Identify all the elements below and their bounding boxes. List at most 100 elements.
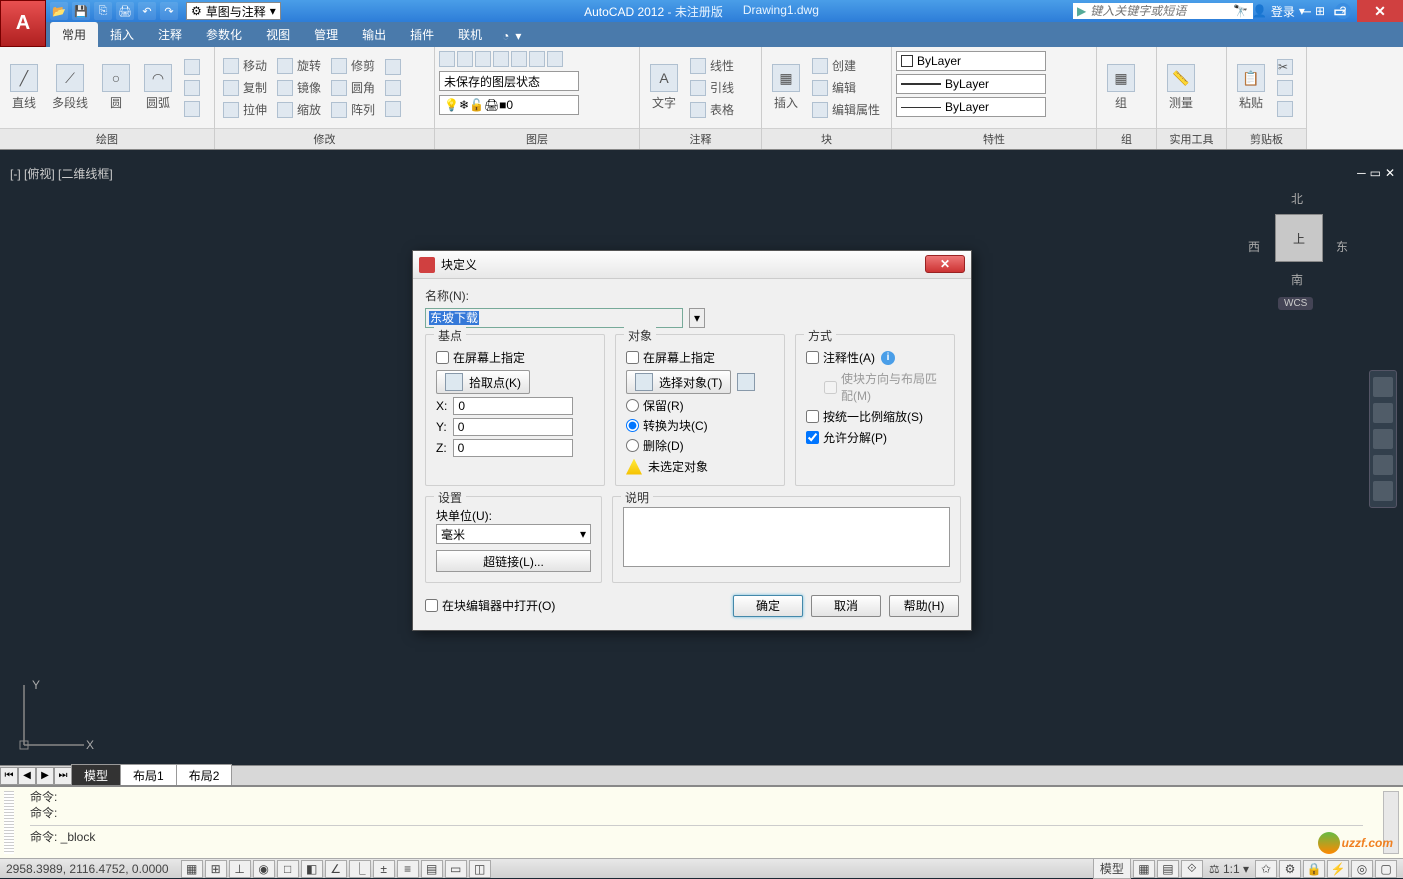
layer-icon[interactable] [547, 51, 563, 67]
linear-button[interactable]: 线性 [686, 55, 738, 76]
otrack-toggle[interactable]: ∠ [325, 860, 347, 878]
isolate-icon[interactable]: ◎ [1351, 860, 1373, 878]
ortho-toggle[interactable]: ⊥ [229, 860, 251, 878]
dialog-close-button[interactable]: ✕ [925, 255, 965, 273]
rotate-button[interactable]: 旋转 [273, 55, 325, 76]
linetype-dropdown[interactable]: ByLayer [896, 97, 1046, 117]
tab-parametric[interactable]: 参数化 [194, 22, 254, 47]
layer-icon[interactable] [439, 51, 455, 67]
z-input[interactable] [453, 439, 573, 457]
info-icon[interactable]: i [881, 351, 895, 365]
quickview-layouts-icon[interactable]: ▦ [1133, 860, 1155, 878]
quickview-drawings-icon[interactable]: ▤ [1157, 860, 1179, 878]
open-icon[interactable]: 📂 [50, 2, 68, 20]
convert-radio[interactable]: 转换为块(C) [626, 417, 774, 434]
tab-prev-icon[interactable]: ◀ [18, 767, 36, 785]
coordinates-display[interactable]: 2958.3989, 2116.4752, 0.0000 [6, 862, 169, 876]
delete-radio[interactable]: 删除(D) [626, 437, 774, 454]
lwt-toggle[interactable]: ≡ [397, 860, 419, 878]
pan-icon[interactable] [1373, 403, 1393, 423]
description-textarea[interactable] [623, 507, 950, 567]
y-input[interactable] [453, 418, 573, 436]
polar-toggle[interactable]: ◉ [253, 860, 275, 878]
annotative-checkbox[interactable]: 注释性(A)i [806, 349, 944, 366]
line-button[interactable]: ╱直线 [4, 62, 44, 113]
objects-onscreen-checkbox[interactable]: 在屏幕上指定 [626, 349, 774, 366]
tab-output[interactable]: 输出 [350, 22, 398, 47]
osnap-toggle[interactable]: □ [277, 860, 299, 878]
maximize-button[interactable]: ▭ [1323, 0, 1357, 22]
ellipse-button[interactable] [180, 99, 204, 119]
cmd-prompt[interactable]: 命令: _block [30, 825, 1363, 845]
open-in-editor-checkbox[interactable]: 在块编辑器中打开(O) [425, 597, 725, 614]
model-tab[interactable]: 模型 [71, 764, 121, 787]
tab-first-icon[interactable]: ⏮ [0, 767, 18, 785]
viewcube[interactable]: 北 南 西 东 上 WCS [1243, 190, 1353, 310]
cleanscreen-icon[interactable]: ▢ [1375, 860, 1397, 878]
hatch-button[interactable] [180, 78, 204, 98]
block-name-input[interactable]: 东坡下载 [425, 308, 683, 328]
layer-icon[interactable] [529, 51, 545, 67]
workspace-switch-icon[interactable]: ⚙ [1279, 860, 1301, 878]
orbit-icon[interactable] [1373, 455, 1393, 475]
app-menu-button[interactable]: A [0, 0, 46, 47]
ok-button[interactable]: 确定 [733, 595, 803, 617]
tab-view[interactable]: 视图 [254, 22, 302, 47]
close-button[interactable]: ✕ [1357, 0, 1403, 22]
block-unit-dropdown[interactable]: 毫米▾ [436, 524, 591, 544]
tab-online[interactable]: 联机 [446, 22, 494, 47]
tab-last-icon[interactable]: ⏭ [54, 767, 72, 785]
saveas-icon[interactable]: ⎘ [94, 2, 112, 20]
cut-button[interactable]: ✂ [1273, 57, 1297, 77]
viewcube-south[interactable]: 南 [1291, 271, 1303, 288]
grid-toggle[interactable]: ⊞ [205, 860, 227, 878]
x-input[interactable] [453, 397, 573, 415]
measure-button[interactable]: 📏测量 [1161, 62, 1201, 113]
toolbar-lock-icon[interactable]: 🔒 [1303, 860, 1325, 878]
dyn-toggle[interactable]: ± [373, 860, 395, 878]
cmdline-grip[interactable] [4, 791, 14, 854]
wheel-icon[interactable] [1373, 377, 1393, 397]
erase-button[interactable] [381, 57, 405, 77]
undo-icon[interactable]: ↶ [138, 2, 156, 20]
tab-plugins[interactable]: 插件 [398, 22, 446, 47]
save-icon[interactable]: 💾 [72, 2, 90, 20]
editattr-button[interactable]: 编辑属性 [808, 99, 884, 120]
fillet-button[interactable]: 圆角 [327, 77, 379, 98]
array-button[interactable]: 阵列 [327, 99, 379, 120]
polyline-button[interactable]: ⟋多段线 [46, 62, 94, 113]
group-button[interactable]: ▦组 [1101, 62, 1141, 113]
select-objects-button[interactable]: 选择对象(T) [626, 370, 731, 394]
layout2-tab[interactable]: 布局2 [176, 764, 233, 787]
edit-block-button[interactable]: 编辑 [808, 77, 884, 98]
copy-clip-button[interactable] [1273, 78, 1297, 98]
close-icon[interactable]: ✕ [1385, 166, 1395, 180]
showmotion-icon[interactable] [1373, 481, 1393, 501]
tab-insert[interactable]: 插入 [98, 22, 146, 47]
tpy-toggle[interactable]: ▤ [421, 860, 443, 878]
qp-toggle[interactable]: ▭ [445, 860, 467, 878]
rect-button[interactable] [180, 57, 204, 77]
help-button[interactable]: 帮助(H) [889, 595, 959, 617]
print-icon[interactable]: 🖨 [116, 2, 134, 20]
annoscale-icon[interactable]: ⟐ [1181, 860, 1203, 878]
explode-button[interactable] [381, 78, 405, 98]
stretch-button[interactable]: 拉伸 [219, 99, 271, 120]
cancel-button[interactable]: 取消 [811, 595, 881, 617]
snap-toggle[interactable]: ▦ [181, 860, 203, 878]
pick-point-button[interactable]: 拾取点(K) [436, 370, 530, 394]
viewcube-north[interactable]: 北 [1291, 190, 1303, 207]
circle-button[interactable]: ○圆 [96, 62, 136, 113]
infocenter-search[interactable]: ▶ [1073, 3, 1253, 19]
lineweight-dropdown[interactable]: ByLayer [896, 74, 1046, 94]
viewcube-top[interactable]: 上 [1275, 214, 1323, 262]
mirror-button[interactable]: 镜像 [273, 77, 325, 98]
sc-toggle[interactable]: ◫ [469, 860, 491, 878]
hyperlink-button[interactable]: 超链接(L)... [436, 550, 591, 572]
tab-annotate[interactable]: 注释 [146, 22, 194, 47]
minimize-icon[interactable]: ─ [1357, 166, 1366, 180]
copy-button[interactable]: 复制 [219, 77, 271, 98]
leader-button[interactable]: 引线 [686, 77, 738, 98]
hardware-accel-icon[interactable]: ⚡ [1327, 860, 1349, 878]
move-button[interactable]: 移动 [219, 55, 271, 76]
